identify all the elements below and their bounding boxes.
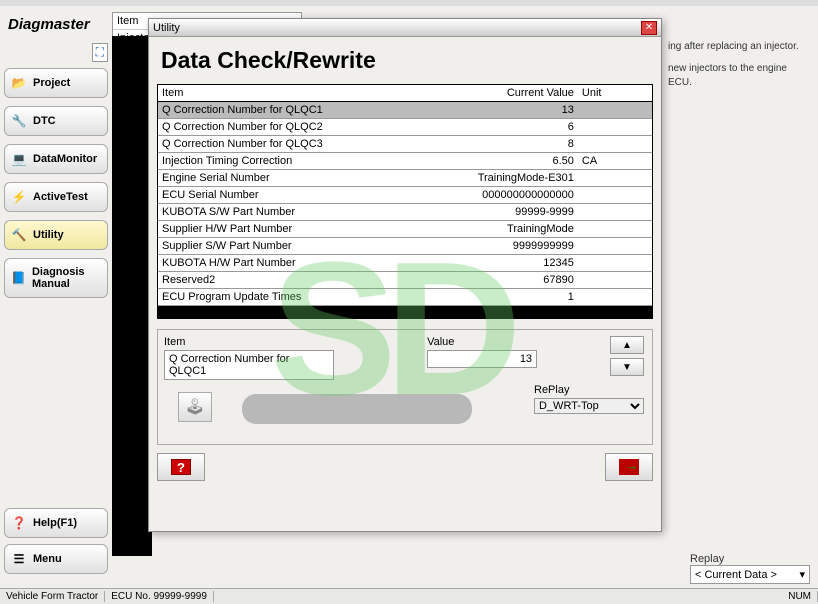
- table-row[interactable]: ECU Program Update Times1: [158, 289, 652, 306]
- menu-button[interactable]: ☰Menu: [4, 544, 108, 574]
- item-label: Item: [164, 336, 334, 348]
- status-num: NUM: [782, 591, 818, 602]
- preview-block: [112, 36, 152, 556]
- chevron-down-icon: ▾: [799, 568, 805, 581]
- help-icon: ?: [171, 459, 191, 475]
- utility-dialog: Utility ✕ Data Check/Rewrite Item Curren…: [148, 18, 662, 532]
- table-row[interactable]: Q Correction Number for QLQC26: [158, 119, 652, 136]
- sidebar: Diagmaster ⛶ 📂Project 🔧DTC 💻DataMonitor …: [0, 6, 112, 584]
- table-row[interactable]: KUBOTA S/W Part Number99999-9999: [158, 204, 652, 221]
- notes-text: ing after replacing an injector. new inj…: [668, 40, 808, 90]
- replay-select[interactable]: D_WRT-Top: [534, 398, 644, 414]
- monitor-icon: 💻: [11, 152, 27, 166]
- data-table: Item Current Value Unit Q Correction Num…: [157, 84, 653, 319]
- help-button[interactable]: ❓Help(F1): [4, 508, 108, 538]
- fit-screen-icon[interactable]: ⛶: [92, 43, 108, 62]
- table-row[interactable]: Injection Timing Correction6.50CA: [158, 153, 652, 170]
- col-item: Item: [158, 85, 430, 102]
- dialog-titlebar[interactable]: Utility ✕: [149, 19, 661, 37]
- close-button[interactable]: ✕: [641, 21, 657, 35]
- status-ecu: ECU No. 99999-9999: [105, 591, 214, 602]
- dialog-header: Data Check/Rewrite: [149, 37, 661, 80]
- wrench-icon: 🔧: [11, 114, 27, 128]
- nav-diagnosis-manual[interactable]: 📘Diagnosis Manual: [4, 258, 108, 298]
- dialog-exit-button[interactable]: [605, 453, 653, 481]
- bolt-icon: ⚡: [11, 190, 27, 204]
- table-row[interactable]: ECU Serial Number000000000000000: [158, 187, 652, 204]
- joystick-icon: 🕹: [178, 392, 212, 422]
- status-vehicle: Vehicle Form Tractor: [0, 591, 105, 602]
- col-unit: Unit: [578, 85, 652, 102]
- item-field[interactable]: Q Correction Number for QLQC1: [164, 350, 334, 380]
- replay-label: RePlay: [534, 384, 644, 396]
- table-row[interactable]: Supplier S/W Part Number9999999999: [158, 238, 652, 255]
- down-button[interactable]: ▼: [610, 358, 644, 376]
- up-button[interactable]: ▲: [610, 336, 644, 354]
- value-label: Value: [427, 336, 537, 348]
- table-row[interactable]: Q Correction Number for QLQC38: [158, 136, 652, 153]
- tool-icon: 🔨: [11, 228, 27, 242]
- edit-panel: Item Q Correction Number for QLQC1 Value…: [157, 329, 653, 445]
- book-icon: 📘: [11, 271, 26, 285]
- joystick-button[interactable]: 🕹: [178, 392, 212, 422]
- col-value: Current Value: [430, 85, 578, 102]
- nav-utility[interactable]: 🔨Utility: [4, 220, 108, 250]
- nav-datamonitor[interactable]: 💻DataMonitor: [4, 144, 108, 174]
- exit-icon: [619, 459, 639, 475]
- table-row[interactable]: Engine Serial NumberTrainingMode-E301: [158, 170, 652, 187]
- replay-panel: Replay < Current Data >▾: [690, 553, 810, 584]
- redacted-area: [242, 394, 472, 424]
- table-row[interactable]: Reserved267890: [158, 272, 652, 289]
- replay-value[interactable]: < Current Data >▾: [690, 565, 810, 584]
- value-field[interactable]: 13: [427, 350, 537, 368]
- app-logo: Diagmaster: [4, 10, 108, 43]
- folder-icon: 📂: [11, 76, 27, 90]
- dialog-help-button[interactable]: ?: [157, 453, 205, 481]
- statusbar: Vehicle Form Tractor ECU No. 99999-9999 …: [0, 588, 818, 604]
- replay-label: Replay: [690, 553, 810, 565]
- table-row[interactable]: Q Correction Number for QLQC113: [158, 102, 652, 119]
- table-row[interactable]: Supplier H/W Part NumberTrainingMode: [158, 221, 652, 238]
- nav-activetest[interactable]: ⚡ActiveTest: [4, 182, 108, 212]
- dialog-title: Utility: [153, 22, 180, 34]
- help-icon: ❓: [11, 516, 27, 530]
- menu-icon: ☰: [11, 552, 27, 566]
- table-row[interactable]: KUBOTA H/W Part Number12345: [158, 255, 652, 272]
- nav-project[interactable]: 📂Project: [4, 68, 108, 98]
- nav-dtc[interactable]: 🔧DTC: [4, 106, 108, 136]
